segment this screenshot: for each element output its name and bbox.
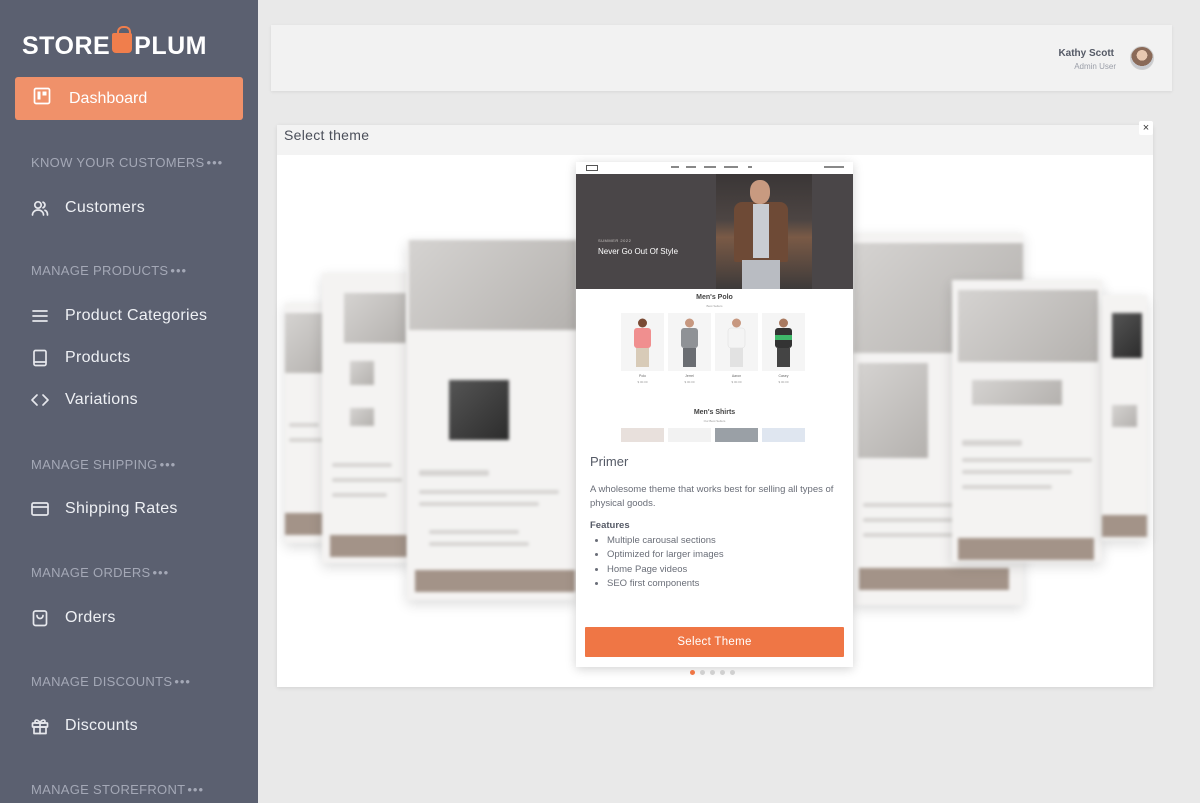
carousel-dot-5[interactable] [730,670,735,675]
preview-shirt-1 [621,428,664,442]
carousel-pagination [690,670,735,675]
credit-card-icon [30,499,50,519]
section-title-customers: KNOW YOUR CUSTOMERS ••• [31,155,224,170]
section-title-orders: MANAGE ORDERS ••• [31,565,170,580]
preview-product-2 [668,313,711,371]
product-name: Casey [778,374,789,378]
gift-icon [30,716,50,736]
product-price: $ 00.00 [637,380,648,384]
product-price: $ 00.00 [731,380,742,384]
sidebar-item-variations[interactable]: Variations [30,388,138,412]
modal-title: Select theme [284,127,370,143]
list-icon [30,306,50,326]
preview-hero-image: SUMMER 2022 Never Go Out Of Style [576,174,853,289]
sidebar-item-label: Discounts [65,717,138,734]
app-root: STORE PLUM Dashboard KNOW YOUR CUSTOMERS… [0,0,1200,803]
preview-section-title: Men's Polo [696,294,733,301]
carousel-dot-1[interactable] [690,670,695,675]
product-name: Jerrel [685,374,694,378]
product-name: Polo [638,374,646,378]
preview-shirt-4 [762,428,805,442]
preview-product-1 [621,313,664,371]
section-title-discounts: MANAGE DISCOUNTS ••• [31,674,191,689]
theme-name: Primer [590,454,629,469]
theme-card-mid-left[interactable] [407,240,577,600]
preview-section-subtitle: Best Sellers [706,304,723,308]
preview-shirt-3 [715,428,758,442]
storeplum-logo[interactable]: STORE PLUM [22,26,207,62]
preview-product-3 [715,313,758,371]
logo-text-store: STORE [22,31,111,60]
features-list: Multiple carousal sections Optimized for… [607,534,724,591]
sidebar-item-product-categories[interactable]: Product Categories [30,304,207,328]
hero-model-photo [716,174,812,289]
theme-card-far-right[interactable] [1102,295,1147,540]
hero-kicker: SUMMER 2022 [598,238,632,243]
carousel-dot-3[interactable] [710,670,715,675]
preview-section-title: Men's Shirts [693,409,736,416]
sidebar-item-label: Orders [65,609,116,626]
section-title-products: MANAGE PRODUCTS ••• [31,263,188,278]
preview-shirt-2 [668,428,711,442]
user-name[interactable]: Kathy Scott [1058,48,1114,59]
code-icon [30,390,50,410]
product-name: Aaron [731,374,742,378]
sidebar-item-shipping-rates[interactable]: Shipping Rates [30,497,178,521]
feature-item: Optimized for larger images [607,548,724,562]
dashboard-icon [32,86,52,111]
feature-item: SEO first components [607,577,724,591]
user-avatar[interactable] [1130,46,1154,70]
user-role: Admin User [1074,62,1116,71]
sidebar-item-orders[interactable]: Orders [30,606,116,630]
sidebar: STORE PLUM Dashboard KNOW YOUR CUSTOMERS… [0,0,258,803]
theme-card-primer: SUMMER 2022 Never Go Out Of Style Men's … [576,162,853,667]
preview-product-4 [762,313,805,371]
sidebar-item-customers[interactable]: Customers [30,196,145,220]
sidebar-item-label: Products [65,349,131,366]
preview-nav [576,162,853,174]
book-icon [30,348,50,368]
feature-item: Home Page videos [607,563,724,577]
select-theme-footer: Select Theme [576,617,853,667]
carousel-dot-2[interactable] [700,670,705,675]
theme-card-right[interactable] [952,280,1102,562]
hero-title: Never Go Out Of Style [598,247,679,256]
theme-card-left[interactable] [322,273,412,563]
users-icon [30,198,50,218]
modal-header: Select theme × [277,121,1153,155]
logo-text-plum: PLUM [134,31,207,60]
select-theme-modal: Select theme × SUMMER 2022 Never Go Out … [277,121,1153,687]
select-theme-button[interactable]: Select Theme [585,627,844,657]
close-icon[interactable]: × [1139,121,1153,135]
theme-description: A wholesome theme that works best for se… [590,484,834,509]
product-price: $ 00.00 [684,380,695,384]
sidebar-item-products[interactable]: Products [30,346,131,370]
sidebar-item-dashboard[interactable]: Dashboard [15,77,243,120]
sidebar-item-label: Customers [65,199,146,216]
product-price: $ 00.00 [778,380,789,384]
feature-item: Multiple carousal sections [607,534,724,548]
section-title-storefront: MANAGE STOREFRONT ••• [31,782,205,797]
shopping-bag-icon [30,608,50,628]
sidebar-item-label: Variations [65,391,138,408]
sidebar-item-label: Product Categories [65,307,208,324]
top-header: Kathy Scott Admin User [271,25,1172,91]
features-title: Features [590,520,630,531]
shopping-bag-logo-icon [112,26,133,53]
sidebar-item-label: Shipping Rates [65,500,178,517]
section-title-shipping: MANAGE SHIPPING ••• [31,457,177,472]
sidebar-item-label: Dashboard [69,89,148,107]
carousel-dot-4[interactable] [720,670,725,675]
preview-section-subtitle: Our Best Sellers [703,419,726,423]
sidebar-item-discounts[interactable]: Discounts [30,714,138,738]
